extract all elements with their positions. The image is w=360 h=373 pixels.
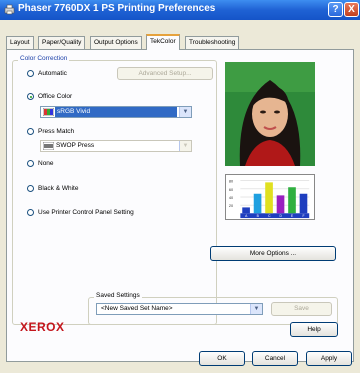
advanced-setup-button[interactable]: Advanced Setup... xyxy=(117,67,213,80)
radio-button[interactable] xyxy=(27,209,34,216)
radio-button[interactable] xyxy=(27,160,34,167)
radio-printer-control-panel[interactable]: Use Printer Control Panel Setting xyxy=(27,209,134,216)
radio-office-color[interactable]: Office Color xyxy=(27,93,72,100)
title-bar: Phaser 7760DX 1 PS Printing Preferences … xyxy=(0,0,360,20)
radio-none[interactable]: None xyxy=(27,160,54,167)
more-options-button[interactable]: More Options ... xyxy=(210,246,336,261)
chart-axis-band xyxy=(240,213,310,219)
radio-label: Office Color xyxy=(38,93,73,100)
radio-black-white[interactable]: Black & White xyxy=(27,185,78,192)
radio-press-match[interactable]: Press Match xyxy=(27,128,74,135)
save-button[interactable]: Save xyxy=(271,302,332,316)
color-correction-legend: Color Correction xyxy=(18,55,70,62)
apply-button[interactable]: Apply xyxy=(306,351,352,366)
saved-settings-select[interactable]: <New Saved Set Name> ▼ xyxy=(96,303,263,315)
printer-icon xyxy=(4,4,15,15)
chart-y-tick-label: 40 xyxy=(229,196,233,200)
chart-bar xyxy=(253,193,262,214)
office-color-value: sRGB Vivid xyxy=(55,107,177,117)
saved-settings-value: <New Saved Set Name> xyxy=(101,305,173,312)
chart-bar xyxy=(288,187,296,214)
chart-bar xyxy=(276,195,285,214)
radio-label: None xyxy=(38,160,54,167)
radio-label: Black & White xyxy=(38,185,79,192)
chart-y-tick-label: 20 xyxy=(229,204,233,208)
office-color-select[interactable]: sRGB Vivid ▼ xyxy=(40,106,192,118)
chart-bar xyxy=(242,207,250,214)
help-title-button[interactable]: ? xyxy=(328,2,343,17)
radio-button[interactable] xyxy=(27,128,34,135)
xerox-logo: XEROX xyxy=(20,320,65,334)
preview-bar-chart: 80604020A B C D E F xyxy=(225,174,315,220)
radio-button[interactable] xyxy=(27,70,34,77)
chart-x-tick-label: F xyxy=(303,214,305,218)
radio-label: Use Printer Control Panel Setting xyxy=(38,209,134,216)
chevron-down-icon[interactable]: ▼ xyxy=(179,141,191,151)
cancel-button[interactable]: Cancel xyxy=(252,351,298,366)
radio-button[interactable] xyxy=(27,185,34,192)
tab-layout[interactable]: Layout xyxy=(6,36,34,49)
radio-label: Automatic xyxy=(38,70,67,77)
saved-settings-legend: Saved Settings xyxy=(94,292,142,299)
close-button[interactable]: X xyxy=(344,2,359,17)
tab-paper-quality[interactable]: Paper/Quality xyxy=(38,36,86,49)
printing-preferences-window: Phaser 7760DX 1 PS Printing Preferences … xyxy=(0,0,360,373)
chart-y-tick-label: 80 xyxy=(229,180,233,184)
preview-photo xyxy=(225,62,315,166)
help-button[interactable]: Help xyxy=(290,322,338,337)
press-match-value: SWOP Press xyxy=(56,142,95,149)
radio-button[interactable] xyxy=(27,93,34,100)
chevron-down-icon[interactable]: ▼ xyxy=(250,304,262,314)
tab-troubleshooting[interactable]: Troubleshooting xyxy=(185,36,240,49)
chart-bar xyxy=(265,182,273,214)
tab-output-options[interactable]: Output Options xyxy=(90,36,142,49)
radio-label: Press Match xyxy=(38,128,75,135)
ok-button[interactable]: OK xyxy=(199,351,245,366)
press-icon xyxy=(43,142,54,150)
chevron-down-icon[interactable]: ▼ xyxy=(179,107,191,117)
color-profile-icon xyxy=(43,108,54,116)
chart-y-tick-label: 60 xyxy=(229,188,233,192)
window-title: Phaser 7760DX 1 PS Printing Preferences xyxy=(18,3,216,14)
chart-bar xyxy=(299,193,308,214)
tab-tekcolor[interactable]: TekColor xyxy=(146,34,180,50)
press-match-select[interactable]: SWOP Press ▼ xyxy=(40,140,192,152)
radio-automatic[interactable]: Automatic xyxy=(27,70,67,77)
